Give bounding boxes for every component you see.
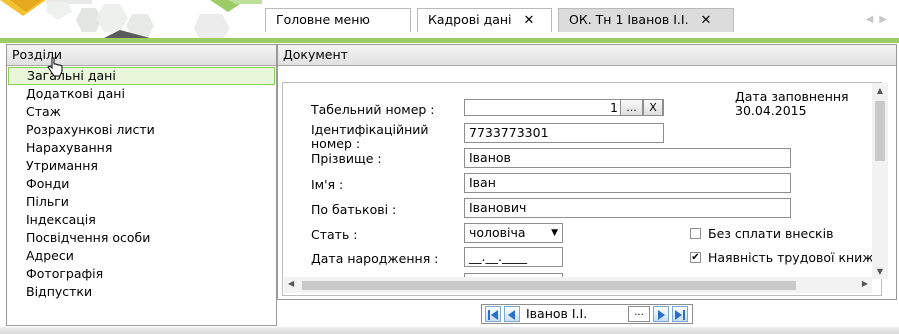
sidebar-item-addresses[interactable]: Адреси: [8, 247, 275, 265]
tab-number-value: 1: [610, 100, 618, 115]
document-form: Табельний номер : 1 ... X Дата заповненн…: [282, 82, 882, 296]
sidebar-item-payslips[interactable]: Розрахункові листи: [8, 121, 275, 139]
scroll-left-icon[interactable]: ◀: [288, 279, 294, 288]
sidebar-item-accruals[interactable]: Нарахування: [8, 139, 275, 157]
current-record-name: Іванов І.І.: [526, 306, 588, 321]
arrow-right-icon[interactable]: ▶: [879, 14, 893, 25]
scroll-down-icon[interactable]: ▼: [872, 267, 888, 276]
sections-panel: Розділи Загальні дані Додаткові дані Ста…: [6, 44, 277, 326]
surname-input[interactable]: Іванов: [464, 148, 791, 168]
gender-label: Стать :: [311, 227, 358, 242]
last-record-icon[interactable]: [672, 306, 688, 322]
sidebar-item-vacations[interactable]: Відпустки: [8, 283, 275, 301]
document-header: Документ: [278, 45, 896, 66]
tax-id-label-line2: номер :: [311, 136, 361, 151]
tax-id-value: 7733773301: [469, 125, 549, 140]
sections-list: Загальні дані Додаткові дані Стаж Розрах…: [7, 66, 276, 301]
sidebar-item-id-document[interactable]: Посвідчення особи: [8, 229, 275, 247]
top-banner: Головне меню Кадрові дані ✕ ОК. Тн 1 Іва…: [0, 0, 899, 40]
tab-hr-data-label: Кадрові дані: [428, 12, 512, 27]
arrow-left-icon[interactable]: ◀: [866, 14, 880, 25]
patronymic-value: Іванович: [469, 200, 527, 215]
record-navigator: Іванов І.І. ...: [481, 304, 693, 324]
birth-date-input[interactable]: __.__.____: [464, 247, 563, 267]
tab-scroll-arrows: ◀▶: [866, 14, 893, 25]
patronymic-label: По батькові :: [311, 202, 397, 217]
prev-record-icon[interactable]: [504, 306, 520, 322]
first-name-value: Іван: [469, 175, 496, 190]
sidebar-item-deductions[interactable]: Утримання: [8, 157, 275, 175]
sidebar-item-benefits[interactable]: Пільги: [8, 193, 275, 211]
next-record-icon[interactable]: [653, 306, 669, 322]
status-strip: [0, 327, 899, 334]
gender-select[interactable]: чоловіча ▼: [464, 223, 563, 243]
sidebar-item-additional[interactable]: Додаткові дані: [8, 85, 275, 103]
tab-number-label: Табельний номер :: [311, 102, 435, 117]
patronymic-input[interactable]: Іванович: [464, 198, 791, 218]
tab-hr-data[interactable]: Кадрові дані ✕: [417, 8, 552, 32]
clear-button[interactable]: X: [643, 99, 663, 116]
record-browse-button[interactable]: ...: [628, 306, 650, 322]
document-panel: Документ Табельний номер : 1 ... X Дата …: [277, 44, 897, 300]
close-icon[interactable]: ✕: [524, 10, 535, 32]
sidebar-item-indexation[interactable]: Індексація: [8, 211, 275, 229]
horizontal-scroll-thumb[interactable]: [302, 281, 796, 290]
vertical-scroll-thumb[interactable]: [875, 101, 885, 161]
sidebar-item-funds[interactable]: Фонди: [8, 175, 275, 193]
chevron-down-icon: ▼: [551, 228, 558, 238]
tab-employee-card-label: ОК. Тн 1 Іванов І.І.: [569, 12, 689, 27]
first-name-input[interactable]: Іван: [464, 173, 791, 193]
birth-date-value: __.__.____: [469, 249, 527, 264]
gender-value: чоловіча: [469, 225, 526, 240]
fill-date-value: 30.04.2015: [735, 103, 807, 118]
tax-id-input[interactable]: 7733773301: [464, 123, 664, 143]
accent-rule: [0, 38, 899, 43]
tab-employee-card[interactable]: ОК. Тн 1 Іванов І.І. ✕: [558, 8, 734, 32]
tab-main-menu-label: Головне меню: [276, 12, 370, 27]
brand-logo: [0, 0, 262, 40]
scroll-right-icon[interactable]: ▶: [862, 279, 868, 288]
sidebar-item-experience[interactable]: Стаж: [8, 103, 275, 121]
first-name-label: Ім'я :: [311, 177, 344, 192]
surname-label: Прізвище :: [311, 151, 382, 166]
tab-main-menu[interactable]: Головне меню: [265, 8, 411, 32]
horizontal-scrollbar[interactable]: ◀ ▶: [284, 277, 872, 293]
no-contributions-checkbox[interactable]: [690, 228, 701, 239]
no-contributions-label: Без сплати внесків: [708, 226, 834, 241]
surname-value: Іванов: [469, 150, 511, 165]
first-record-icon[interactable]: [485, 306, 501, 322]
close-icon[interactable]: ✕: [701, 10, 712, 32]
employment-record-checkbox[interactable]: ✔: [690, 252, 701, 263]
fill-date-label: Дата заповнення: [735, 89, 849, 104]
sidebar-item-photo[interactable]: Фотографія: [8, 265, 275, 283]
employment-record-label: Наявність трудової книжк: [708, 250, 882, 265]
birth-date-label: Дата народження :: [311, 251, 439, 266]
hand-cursor-icon: [47, 57, 63, 77]
browse-button[interactable]: ...: [620, 99, 643, 116]
tax-id-label-line1: Ідентифікаційний: [311, 122, 429, 137]
checkmark-icon: ✔: [691, 252, 700, 263]
scroll-up-icon[interactable]: ▲: [872, 86, 888, 95]
vertical-scrollbar[interactable]: ▲ ▼: [872, 83, 888, 279]
